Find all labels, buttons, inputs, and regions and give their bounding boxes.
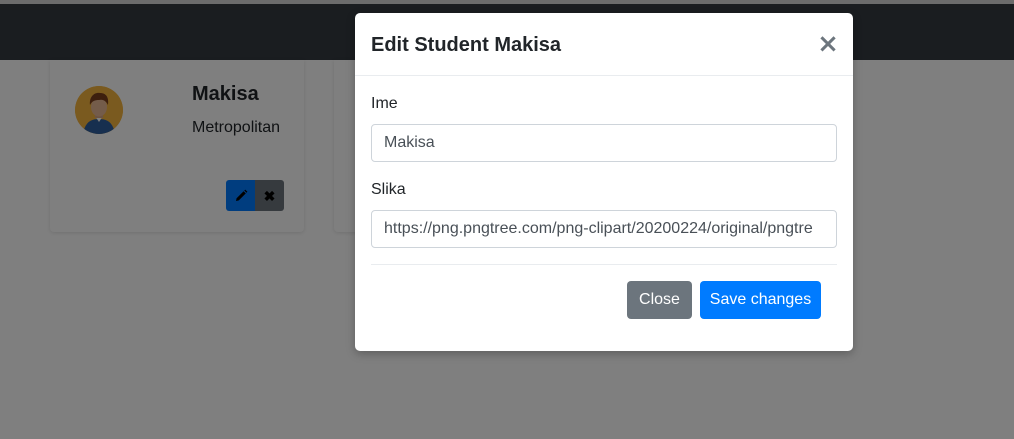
slika-input[interactable]: https://png.pngtree.com/png-clipart/2020… [371,210,837,248]
modal-close-icon[interactable]: × [816,31,840,57]
modal-header: Edit Student Makisa × [355,13,853,76]
close-button[interactable]: Close [627,281,692,319]
edit-student-modal: Edit Student Makisa × Ime Makisa Slika h… [355,13,853,351]
modal-footer-divider [371,264,837,265]
slika-input-value: https://png.pngtree.com/png-clipart/2020… [384,220,813,237]
save-changes-button[interactable]: Save changes [700,281,821,319]
ime-input[interactable]: Makisa [371,124,837,162]
ime-label: Ime [371,95,398,112]
modal-title: Edit Student Makisa [371,34,562,56]
ime-input-value: Makisa [384,134,435,151]
slika-label: Slika [371,181,406,198]
